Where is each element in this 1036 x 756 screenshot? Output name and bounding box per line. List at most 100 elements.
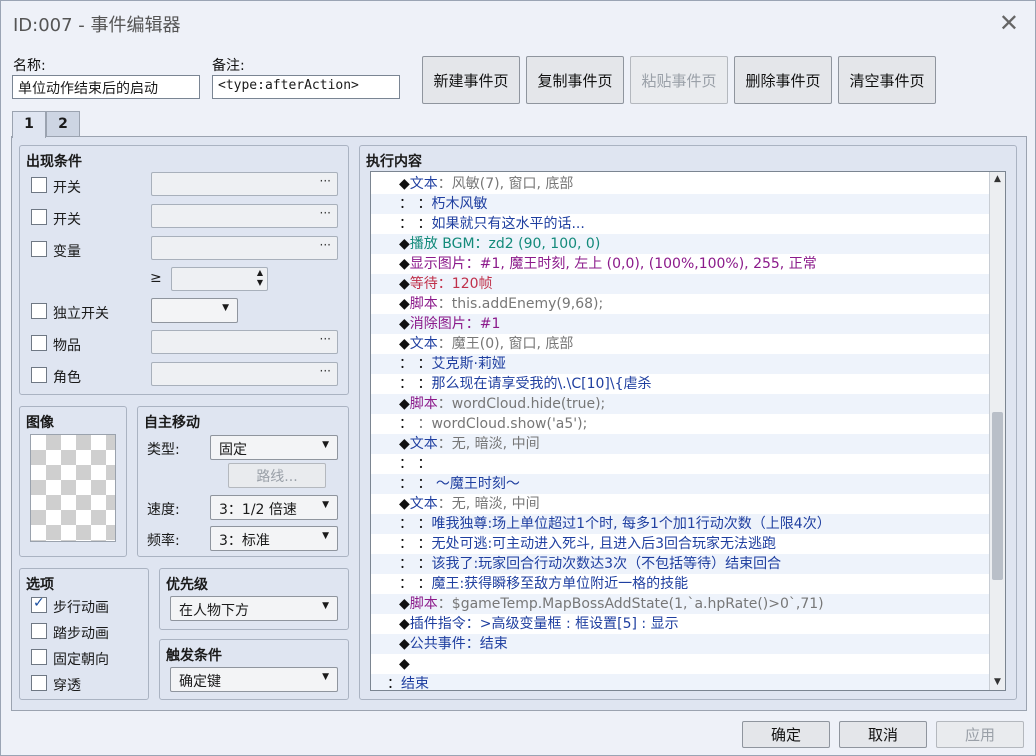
command-text: ：wordCloud.hide(true);: [437, 396, 606, 412]
direction-fix-checkbox[interactable]: [31, 649, 47, 665]
spinner-arrows-icon[interactable]: ▲ ▼: [257, 268, 263, 288]
scroll-up-icon[interactable]: ▲: [990, 172, 1005, 187]
switch2-checkbox[interactable]: [31, 209, 47, 225]
move-speed-dropdown[interactable]: 3：1/2 倍速 ▼: [210, 495, 338, 520]
command-row[interactable]: ： ：唯我独尊:场上单位超过1个时, 每多1个加1行动次数（上限4次）: [371, 514, 991, 534]
scroll-thumb[interactable]: [992, 412, 1003, 580]
actor-picker[interactable]: ···: [151, 362, 338, 386]
command-row[interactable]: ◆: [371, 654, 991, 674]
command-row[interactable]: ◆脚本：this.addEnemy(9,68);: [371, 294, 991, 314]
command-row[interactable]: ◆文本：风敏(7), 窗口, 底部: [371, 174, 991, 194]
command-text: 结束: [401, 676, 429, 691]
variable-value-spinner[interactable]: ▲ ▼: [171, 267, 268, 291]
command-row[interactable]: ： ：魔王:获得瞬移至敌方单位附近一格的技能: [371, 574, 991, 594]
command-row[interactable]: ◆插件指令：>高级变量框 : 框设置[5] : 显示: [371, 614, 991, 634]
command-text: 该我了:玩家回合行动次数达3次（不包括等待）结束回合: [431, 556, 782, 572]
actor-checkbox[interactable]: [31, 367, 47, 383]
command-row[interactable]: ◆等待：120帧: [371, 274, 991, 294]
cancel-button[interactable]: 取消: [839, 721, 927, 748]
copy-page-button[interactable]: 复制事件页: [526, 56, 624, 104]
chevron-down-icon: ▼: [222, 303, 229, 313]
priority-group: 优先级 在人物下方 ▼: [159, 568, 349, 630]
command-row[interactable]: ：结束: [371, 674, 991, 691]
switch2-picker[interactable]: ···: [151, 204, 338, 228]
command-text: ：$gameTemp.MapBossAddState(1,`a.hpRate()…: [437, 596, 824, 612]
variable-label: 变量: [53, 244, 81, 260]
close-icon[interactable]: ✕: [999, 9, 1019, 37]
command-row[interactable]: ： ：无处可逃:可主动进入死斗, 且进入后3回合玩家无法逃跑: [371, 534, 991, 554]
trigger-dropdown[interactable]: 确定键 ▼: [170, 667, 338, 692]
through-checkbox[interactable]: [31, 675, 47, 691]
command-text: ◆: [399, 336, 410, 352]
command-text: ： ：: [399, 556, 432, 572]
ellipsis-icon: ···: [319, 206, 331, 220]
note-field[interactable]: <type:afterAction>: [212, 75, 400, 99]
command-text: ：魔王(0), 窗口, 底部: [437, 336, 574, 352]
command-text: ： ：: [399, 476, 432, 492]
move-type-label: 类型:: [147, 442, 180, 458]
through-label: 穿透: [53, 678, 81, 694]
paste-page-button[interactable]: 粘贴事件页: [630, 56, 728, 104]
name-field[interactable]: 单位动作结束后的启动: [12, 75, 200, 99]
conditions-group: 出现条件 开关 ··· 开关 ··· 变量 ··· ≥ ▲ ▼ 独立开关 ▼ 物品…: [19, 145, 349, 395]
contents-title: 执行内容: [366, 154, 422, 170]
tab-page-2[interactable]: 2: [46, 111, 80, 137]
move-type-dropdown[interactable]: 固定 ▼: [210, 435, 338, 460]
command-text: ：风敏(7), 窗口, 底部: [437, 176, 574, 192]
command-row[interactable]: ： ：那么现在请享受我的\.\C[10]\{虐杀: [371, 374, 991, 394]
command-row[interactable]: ◆文本：无, 暗淡, 中间: [371, 434, 991, 454]
self-switch-checkbox[interactable]: [31, 303, 47, 319]
stepping-anim-checkbox[interactable]: [31, 623, 47, 639]
command-text: 如果就只有这水平的话...: [431, 216, 585, 232]
command-list[interactable]: ：结束 ◆ ◆公共事件：结束 ◆插件指令：>高级变量框 : 框设置[5] : 显示 ◆脚…: [370, 171, 1006, 691]
command-text: ◆: [399, 176, 410, 192]
move-frequency-label: 频率:: [147, 533, 180, 549]
command-row[interactable]: ◆播放 BGM：zd2 (90, 100, 0): [371, 234, 991, 254]
route-button[interactable]: 路线...: [228, 463, 326, 488]
command-text: ◆: [399, 596, 410, 612]
command-row[interactable]: ◆脚本：$gameTemp.MapBossAddState(1,`a.hpRat…: [371, 594, 991, 614]
walking-anim-label: 步行动画: [53, 600, 109, 616]
item-checkbox[interactable]: [31, 335, 47, 351]
command-row[interactable]: ◆文本：无, 暗淡, 中间: [371, 494, 991, 514]
command-row[interactable]: ： ：wordCloud.show('a5');: [371, 414, 991, 434]
switch1-checkbox[interactable]: [31, 177, 47, 193]
self-switch-dropdown[interactable]: ▼: [151, 298, 238, 323]
trigger-value: 确定键: [179, 674, 221, 690]
priority-dropdown[interactable]: 在人物下方 ▼: [170, 596, 338, 621]
command-row[interactable]: ： ：艾克斯·莉娅: [371, 354, 991, 374]
command-row[interactable]: ： ：该我了:玩家回合行动次数达3次（不包括等待）结束回合: [371, 554, 991, 574]
tab-page-1[interactable]: 1: [12, 111, 46, 138]
priority-value: 在人物下方: [179, 603, 249, 619]
item-picker[interactable]: ···: [151, 330, 338, 354]
chevron-down-icon: ▼: [322, 601, 329, 611]
clear-page-button[interactable]: 清空事件页: [838, 56, 936, 104]
command-list-scrollbar[interactable]: ▲ ▼: [989, 172, 1005, 690]
command-row[interactable]: ◆文本：魔王(0), 窗口, 底部: [371, 334, 991, 354]
variable-picker[interactable]: ···: [151, 236, 338, 260]
command-row[interactable]: ： ： ～魔王时刻～: [371, 474, 991, 494]
command-row[interactable]: ◆显示图片：#1, 魔王时刻, 左上 (0,0), (100%,100%), 2…: [371, 254, 991, 274]
walking-anim-checkbox[interactable]: [31, 595, 47, 613]
delete-page-button[interactable]: 删除事件页: [734, 56, 832, 104]
new-page-button[interactable]: 新建事件页: [422, 56, 520, 104]
command-row[interactable]: ： ：: [371, 454, 991, 474]
command-text: ： ：: [399, 216, 432, 232]
switch1-picker[interactable]: ···: [151, 172, 338, 196]
command-row[interactable]: ◆公共事件：结束: [371, 634, 991, 654]
move-frequency-dropdown[interactable]: 3：标准 ▼: [210, 526, 338, 551]
apply-button[interactable]: 应用: [936, 721, 1024, 748]
scroll-down-icon[interactable]: ▼: [990, 675, 1005, 690]
command-row[interactable]: ： ：朽木风敏: [371, 194, 991, 214]
command-text: 文本: [409, 336, 438, 352]
event-image-preview[interactable]: [30, 434, 116, 542]
command-row[interactable]: ： ：如果就只有这水平的话...: [371, 214, 991, 234]
conditions-title: 出现条件: [26, 154, 82, 170]
command-row[interactable]: ◆脚本：wordCloud.hide(true);: [371, 394, 991, 414]
variable-checkbox[interactable]: [31, 241, 47, 257]
direction-fix-label: 固定朝向: [53, 652, 109, 668]
command-text: ： ：: [399, 196, 432, 212]
ok-button[interactable]: 确定: [742, 721, 830, 748]
command-row[interactable]: ◆消除图片：#1: [371, 314, 991, 334]
command-text: ：: [399, 416, 418, 432]
